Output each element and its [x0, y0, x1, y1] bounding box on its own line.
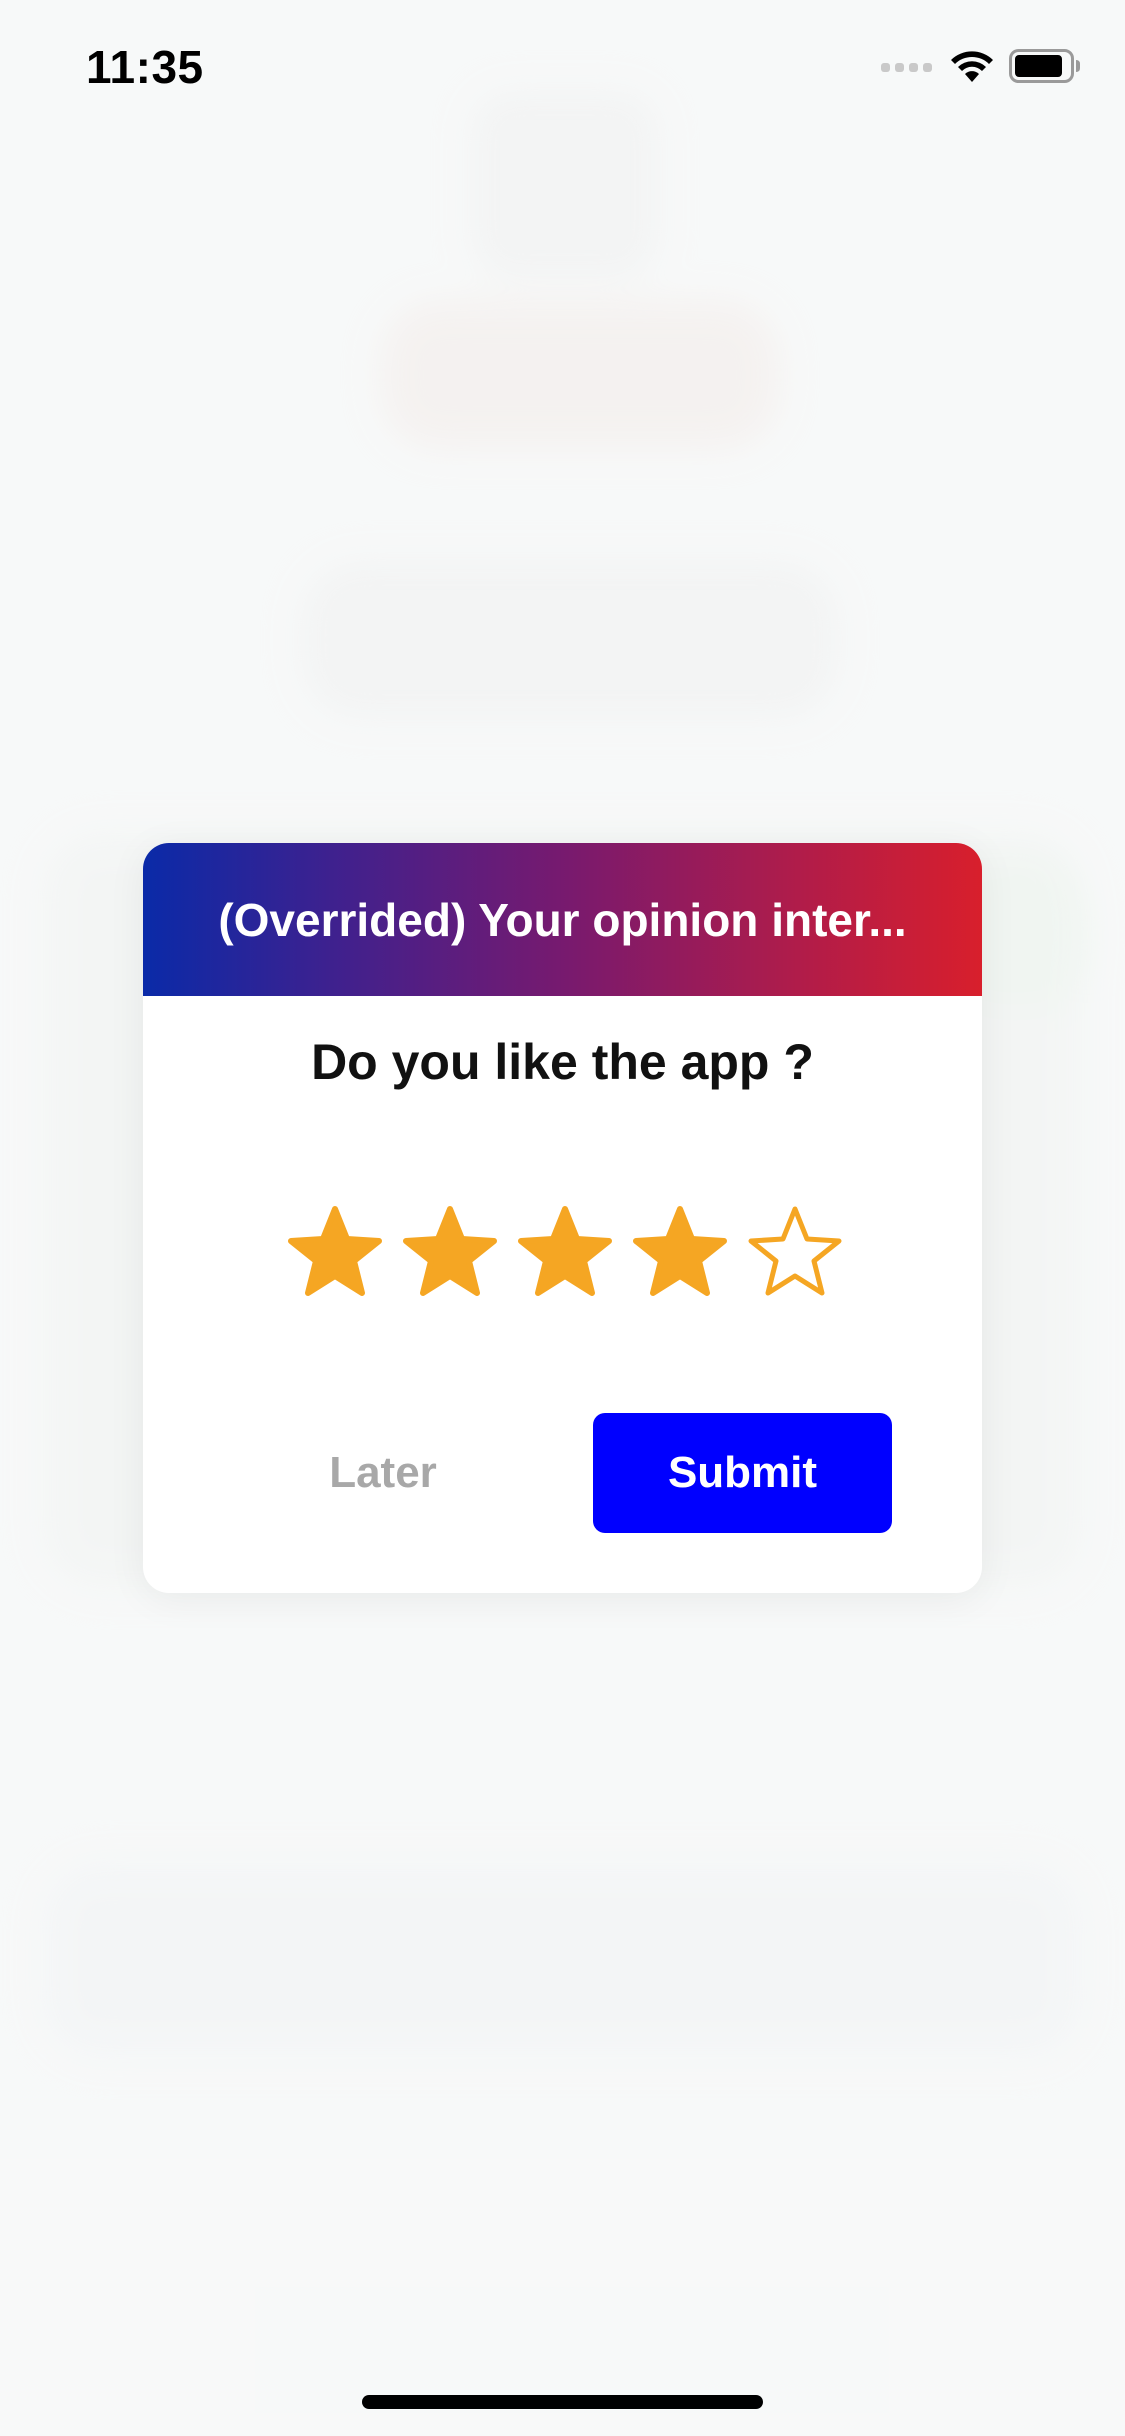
- battery-icon: [1009, 48, 1081, 89]
- star-filled-icon[interactable]: [285, 1203, 385, 1303]
- dialog-header: (Overrided) Your opinion inter...: [143, 843, 982, 996]
- star-rating[interactable]: [285, 1203, 845, 1303]
- wifi-icon: [949, 49, 995, 88]
- star-filled-icon[interactable]: [515, 1203, 615, 1303]
- rating-dialog: (Overrided) Your opinion inter... Do you…: [143, 843, 982, 1593]
- star-filled-icon[interactable]: [630, 1203, 730, 1303]
- home-indicator: [362, 2395, 763, 2409]
- star-filled-icon[interactable]: [400, 1203, 500, 1303]
- dialog-question: Do you like the app ?: [311, 1034, 814, 1090]
- star-empty-icon[interactable]: [745, 1203, 845, 1303]
- status-time: 11:35: [86, 41, 204, 93]
- cellular-signal-icon: [881, 59, 935, 78]
- later-button[interactable]: Later: [288, 1413, 478, 1533]
- submit-button[interactable]: Submit: [593, 1413, 892, 1533]
- status-icons: [881, 48, 1081, 89]
- status-bar: 11:35: [0, 0, 1125, 132]
- dialog-title: (Overrided) Your opinion inter...: [218, 893, 907, 946]
